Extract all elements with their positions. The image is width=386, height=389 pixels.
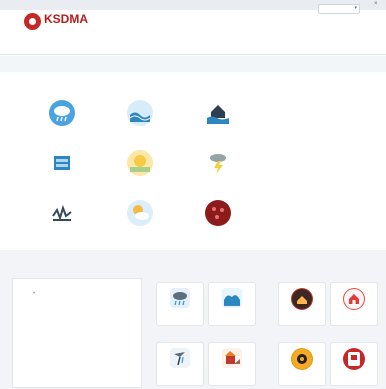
lightning-icon — [205, 150, 231, 176]
hazard-heat[interactable] — [100, 150, 180, 190]
sub-nav — [0, 56, 386, 72]
warning-tile-wave[interactable] — [208, 282, 256, 326]
messages-panel: • — [12, 278, 142, 388]
project-tile-aapda-mitra[interactable] — [330, 342, 378, 386]
rain-cloud-icon — [49, 100, 75, 126]
close-icon[interactable]: × — [374, 1, 378, 7]
warning-tile-cyclone[interactable] — [156, 342, 204, 386]
district-select[interactable]: ▾ — [318, 4, 360, 14]
hazard-covid[interactable] — [178, 200, 258, 240]
hazard-rainfall[interactable] — [22, 100, 102, 140]
safe-home-icon — [343, 288, 365, 310]
sun-heat-icon — [127, 150, 153, 176]
emblem-logo[interactable] — [24, 13, 41, 30]
ndma-icon — [291, 348, 313, 370]
earthquake-icon — [49, 200, 75, 226]
rain-icon — [170, 288, 190, 308]
dam-icon — [49, 150, 75, 176]
warning-tile-landslide[interactable] — [208, 342, 256, 386]
wave-icon — [222, 288, 242, 308]
panel-bullet: • — [33, 291, 36, 297]
landslide-icon — [222, 348, 242, 368]
flood-icon — [205, 100, 231, 126]
hazard-high-wave[interactable] — [100, 100, 180, 140]
cyclone-icon — [170, 348, 190, 368]
project-tile-flood-shelter[interactable] — [278, 282, 326, 326]
virus-icon — [205, 200, 231, 226]
main-nav — [0, 43, 386, 55]
aapda-mitra-icon — [343, 348, 365, 370]
hazard-dam-level[interactable] — [22, 150, 102, 190]
project-tile-ndma[interactable] — [278, 342, 326, 386]
hazard-lightning[interactable] — [178, 150, 258, 190]
hazard-weather[interactable] — [100, 200, 180, 240]
hazard-flood[interactable] — [178, 100, 258, 140]
chevron-down-icon: ▾ — [354, 5, 357, 11]
hazard-earthquake[interactable] — [22, 200, 102, 240]
warning-tile-rain[interactable] — [156, 282, 204, 326]
flood-shelter-icon — [291, 288, 313, 310]
project-tile-safe-home[interactable] — [330, 282, 378, 326]
wave-icon — [127, 100, 153, 126]
weather-icon — [127, 200, 153, 226]
brand-name[interactable]: KSDMA — [44, 12, 88, 26]
